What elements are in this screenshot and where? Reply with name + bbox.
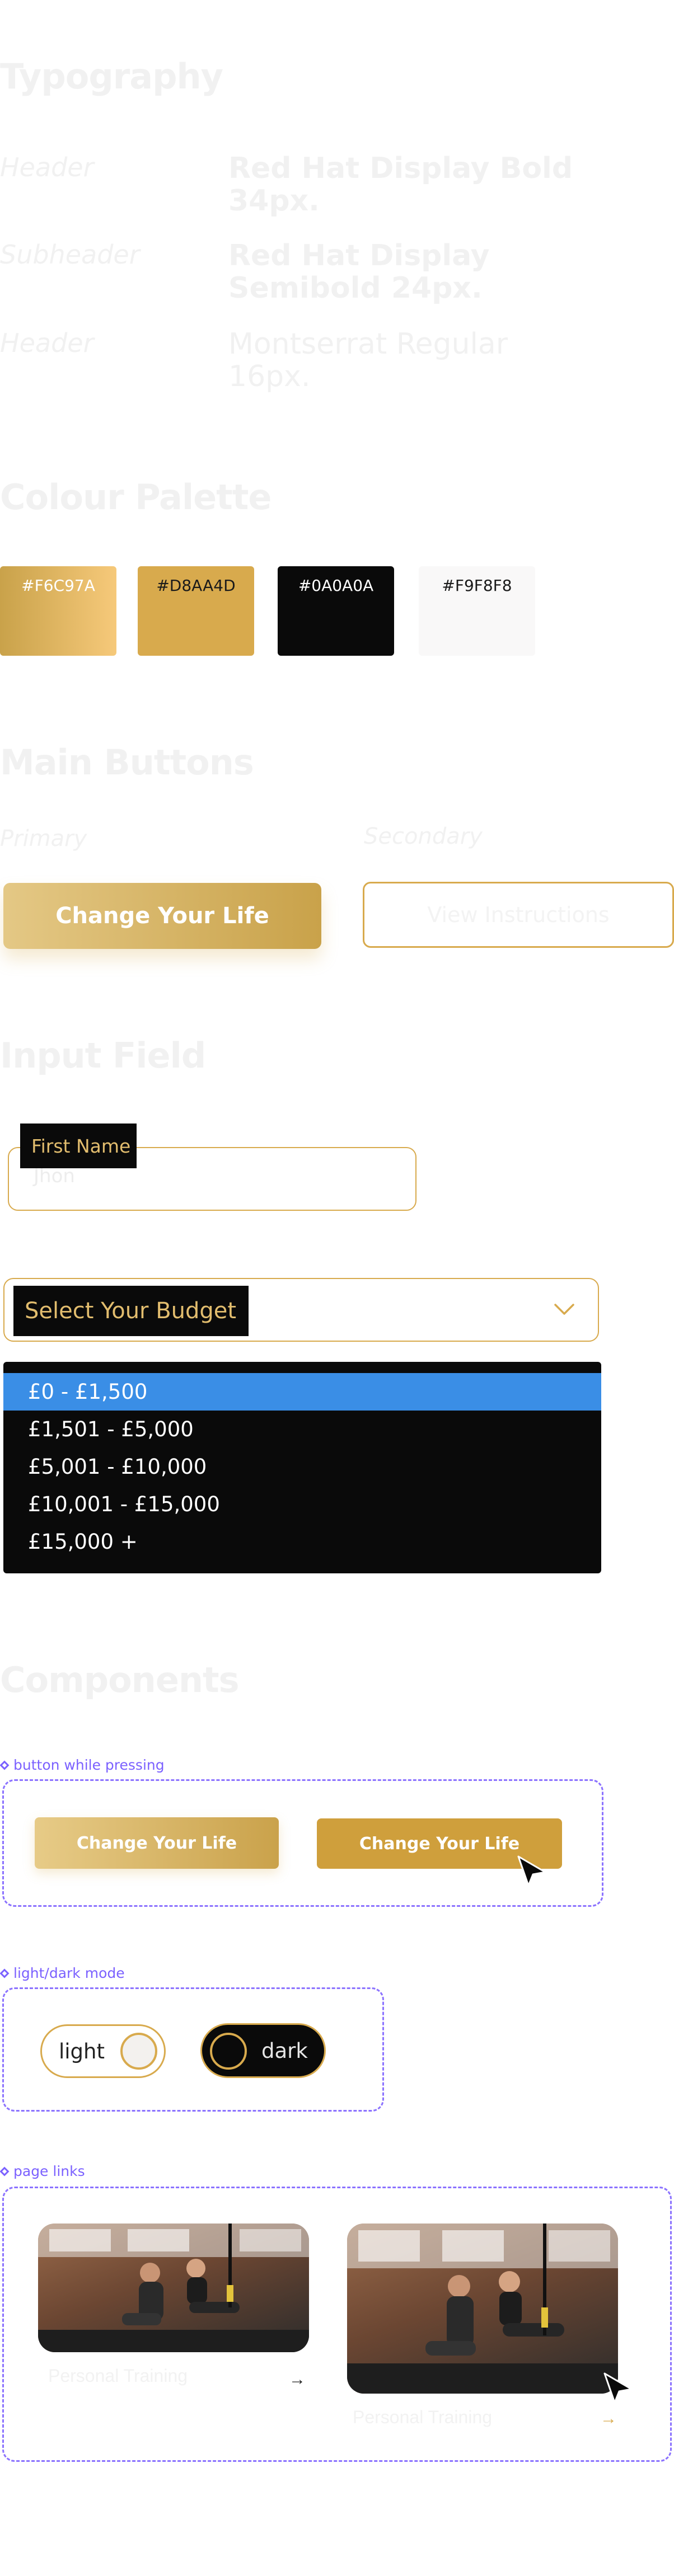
gym-photo (347, 2224, 618, 2394)
swatch-d8aa4d: #D8AA4D (138, 566, 254, 656)
first-name-value: Jhon (34, 1165, 75, 1187)
primary-label: Primary (0, 826, 87, 852)
swatch-f6c97a: #F6C97A (0, 566, 116, 656)
buttons-title: Main Buttons (0, 742, 254, 783)
links-annotation-label: page links (13, 2163, 85, 2179)
typography-title: Typography (0, 56, 223, 97)
dark-toggle-label: dark (261, 2038, 308, 2063)
swatch-0a0a0a: #0A0A0A (278, 566, 394, 656)
typography-value-subheader: Red Hat Display Semibold 24px. (228, 239, 490, 305)
swatch-hex: #F6C97A (21, 576, 95, 595)
cursor-arrow-icon (603, 2372, 633, 2404)
primary-button[interactable]: Change Your Life (3, 883, 321, 949)
swatch-hex: #0A0A0A (298, 576, 374, 595)
typography-label-header: Header (0, 152, 94, 182)
typography-label-subheader: Subheader (0, 239, 140, 270)
dark-mode-toggle[interactable]: dark (200, 2023, 326, 2078)
light-toggle-knob (120, 2033, 157, 2070)
swatch-hex: #F9F8F8 (442, 576, 512, 595)
budget-option[interactable]: £10,001 - £15,000 (3, 1486, 601, 1523)
budget-option[interactable]: £1,501 - £5,000 (3, 1411, 601, 1448)
arrow-right-icon[interactable]: → (289, 2370, 306, 2389)
link-caption[interactable]: Personal Training (48, 2366, 188, 2386)
pressing-annotation-label: button while pressing (13, 1757, 165, 1773)
typography-value-body: Montserrat Regular 16px. (228, 327, 508, 393)
dark-toggle-knob (210, 2033, 247, 2070)
mode-annotation-label: light/dark mode (13, 1965, 125, 1981)
budget-option[interactable]: £5,001 - £10,000 (3, 1448, 601, 1486)
pressing-button-normal[interactable]: Change Your Life (35, 1817, 279, 1869)
budget-dropdown-list: £0 - £1,500 £1,501 - £5,000 £5,001 - £10… (3, 1362, 601, 1573)
swatch-hex: #D8AA4D (156, 576, 236, 595)
link-card-image[interactable] (38, 2224, 309, 2352)
link-card-image[interactable] (347, 2224, 618, 2394)
gym-photo (38, 2224, 309, 2352)
input-title: Input Field (0, 1035, 206, 1076)
arrow-right-icon[interactable]: → (600, 2409, 617, 2428)
diamond-icon (0, 1968, 10, 1978)
link-caption[interactable]: Personal Training (353, 2407, 492, 2428)
budget-option[interactable]: £15,000 + (3, 1523, 601, 1560)
chevron-down-icon[interactable] (553, 1301, 575, 1317)
first-name-label: First Name (20, 1124, 137, 1168)
budget-option[interactable]: £0 - £1,500 (3, 1373, 601, 1411)
secondary-button[interactable]: View Instructions (363, 882, 674, 948)
components-title: Components (0, 1660, 240, 1700)
diamond-icon (0, 2166, 10, 2176)
diamond-icon (0, 1760, 10, 1770)
budget-label: Select Your Budget (13, 1286, 249, 1336)
typography-value-header: Red Hat Display Bold 34px. (228, 152, 573, 218)
typography-label-body: Header (0, 328, 94, 358)
light-toggle-label: light (59, 2039, 105, 2063)
pressing-annotation: button while pressing (0, 1757, 165, 1773)
palette-title: Colour Palette (0, 477, 272, 518)
links-annotation: page links (0, 2163, 85, 2179)
cursor-arrow-icon (517, 1855, 546, 1887)
swatch-f9f8f8: #F9F8F8 (419, 566, 535, 656)
secondary-label: Secondary (364, 824, 483, 849)
light-mode-toggle[interactable]: light (40, 2024, 166, 2078)
mode-annotation: light/dark mode (0, 1965, 125, 1981)
